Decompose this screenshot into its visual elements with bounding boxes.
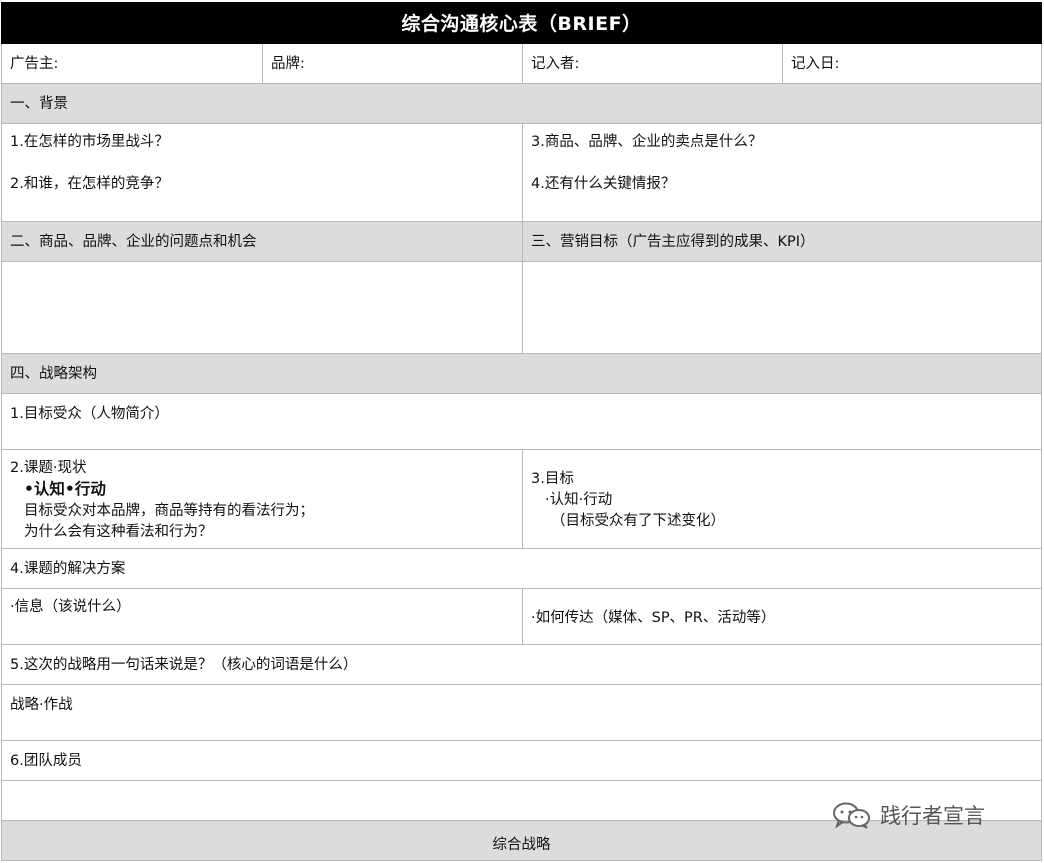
brand-label: 品牌:	[271, 56, 305, 72]
background-right-cell[interactable]: 3.商品、品牌、企业的卖点是什么？ 4.还有什么关键情报？	[523, 124, 1041, 221]
message-delivery-row: ·信息（该说什么） ·如何传达（媒体、SP、PR、活动等）	[1, 589, 1042, 645]
brief-sheet: 综合沟通核心表（BRIEF） 广告主: 品牌: 记入者: 记入日: 一、背景 1…	[0, 0, 1044, 863]
recorder-cell[interactable]: 记入者:	[523, 44, 783, 83]
watermark: 践行者宣言	[832, 800, 985, 830]
header-row: 广告主: 品牌: 记入者: 记入日:	[1, 44, 1042, 84]
problem-goal-body	[1, 262, 1042, 354]
marketing-goal-heading: 三、营销目标（广告主应得到的成果、KPI）	[531, 234, 815, 250]
issue-cell[interactable]: 2.课题·现状 •认知•行动 目标受众对本品牌，商品等持有的看法行为； 为什么会…	[2, 450, 523, 548]
issue-line2: 为什么会有这种看法和行为？	[24, 524, 213, 540]
delivery-label: ·如何传达（媒体、SP、PR、活动等）	[531, 610, 776, 626]
strategy-heading-row: 四、战略架构	[1, 354, 1042, 394]
strategy-heading: 四、战略架构	[10, 366, 97, 382]
question-competition: 2.和谁，在怎样的竞争？	[10, 176, 169, 192]
section-background-heading: 一、背景	[1, 84, 1042, 124]
issue-goal-row: 2.课题·现状 •认知•行动 目标受众对本品牌，商品等持有的看法行为； 为什么会…	[1, 450, 1042, 549]
team-row[interactable]: 6.团队成员	[1, 741, 1042, 781]
goal-note: （目标受众有了下述变化）	[551, 513, 725, 529]
recorder-label: 记入者:	[531, 56, 580, 72]
background-left-cell[interactable]: 1.在怎样的市场里战斗？ 2.和谁，在怎样的竞争？	[2, 124, 523, 221]
watermark-text: 践行者宣言	[880, 804, 985, 828]
tactics-row[interactable]: 战略·作战	[1, 685, 1042, 741]
marketing-goal-heading-cell: 三、营销目标（广告主应得到的成果、KPI）	[523, 222, 1041, 261]
target-audience-label: 1.目标受众（人物简介）	[10, 406, 169, 422]
tactics-label: 战略·作战	[10, 697, 73, 713]
goal-cell[interactable]: 3.目标 ·认知·行动 （目标受众有了下述变化）	[523, 450, 1041, 548]
one-phrase-row[interactable]: 5.这次的战略用一句话来说是？（核心的词语是什么）	[1, 645, 1042, 685]
page-title: 综合沟通核心表（BRIEF）	[1, 2, 1042, 44]
background-body: 1.在怎样的市场里战斗？ 2.和谁，在怎样的竞争？ 3.商品、品牌、企业的卖点是…	[1, 124, 1042, 222]
problem-goal-heading-row: 二、商品、品牌、企业的问题点和机会 三、营销目标（广告主应得到的成果、KPI）	[1, 222, 1042, 262]
problem-heading-cell: 二、商品、品牌、企业的问题点和机会	[2, 222, 523, 261]
team-label: 6.团队成员	[10, 753, 82, 769]
issue-line1: 目标受众对本品牌，商品等持有的看法行为；	[24, 503, 314, 519]
problem-input-cell[interactable]	[2, 262, 523, 353]
section-background-title: 一、背景	[10, 96, 68, 112]
one-phrase-label: 5.这次的战略用一句话来说是？（核心的词语是什么）	[10, 657, 358, 673]
message-label: ·信息（该说什么）	[10, 599, 131, 615]
wechat-icon	[832, 801, 872, 829]
advertiser-label: 广告主:	[10, 56, 59, 72]
question-selling-point: 3.商品、品牌、企业的卖点是什么？	[531, 134, 763, 150]
footer-label: 综合战略	[492, 837, 551, 853]
marketing-goal-input-cell[interactable]	[523, 262, 1041, 353]
advertiser-cell[interactable]: 广告主:	[2, 44, 263, 83]
delivery-cell[interactable]: ·如何传达（媒体、SP、PR、活动等）	[523, 589, 1041, 644]
brand-cell[interactable]: 品牌:	[263, 44, 523, 83]
record-date-label: 记入日:	[791, 56, 840, 72]
goal-title: 3.目标	[531, 471, 574, 487]
issue-subtitle: •认知•行动	[24, 480, 106, 498]
problem-heading: 二、商品、品牌、企业的问题点和机会	[10, 234, 257, 250]
record-date-cell[interactable]: 记入日:	[783, 44, 1041, 83]
solution-row[interactable]: 4.课题的解决方案	[1, 549, 1042, 589]
message-cell[interactable]: ·信息（该说什么）	[2, 589, 523, 644]
question-market: 1.在怎样的市场里战斗？	[10, 134, 169, 150]
solution-label: 4.课题的解决方案	[10, 561, 126, 577]
question-key-info: 4.还有什么关键情报？	[531, 176, 676, 192]
goal-subtitle: ·认知·行动	[545, 492, 613, 508]
issue-title: 2.课题·现状	[10, 460, 87, 476]
target-audience-row[interactable]: 1.目标受众（人物简介）	[1, 394, 1042, 450]
